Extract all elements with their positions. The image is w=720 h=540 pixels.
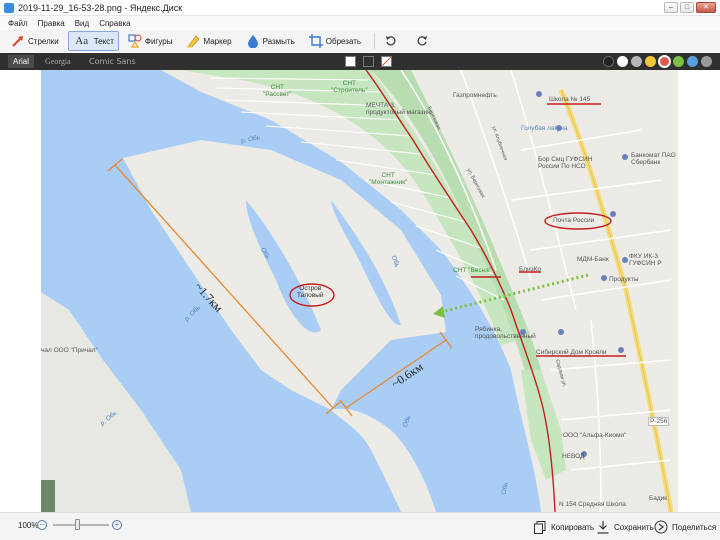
save-button[interactable]: Сохранить	[596, 518, 654, 536]
tool-blur[interactable]: Размыть	[241, 31, 300, 51]
copy-icon	[533, 520, 547, 534]
label-alfa: ООО "Альфа-Киоми"	[563, 432, 627, 439]
text-bg-dark[interactable]	[363, 56, 374, 67]
label-pochta: Почта России	[553, 217, 595, 224]
zoom-out-button[interactable]: −	[37, 520, 47, 530]
font-option-comic-sans[interactable]: Comic Sans	[84, 55, 141, 68]
label-prichal: чал ООО "Причал"	[41, 347, 98, 354]
label-snt-rassvet: СНТ "Рассвет"	[263, 84, 292, 98]
zoom-level-text: 100%	[18, 521, 39, 530]
title-bar: 2019-11-29_16-53-28.png - Яндекс.Диск – …	[0, 0, 720, 16]
color-red-selected[interactable]	[658, 55, 671, 68]
label-mdm: МДМ-Банк	[577, 256, 609, 263]
zoom-slider[interactable]	[53, 524, 109, 526]
map-drawing	[41, 70, 678, 512]
tool-arrows-label: Стрелки	[28, 36, 59, 46]
color-blue[interactable]	[687, 56, 698, 67]
label-blizko: БлизКо	[519, 266, 541, 273]
tool-shapes[interactable]: Фигуры	[123, 31, 178, 51]
close-button[interactable]: ✕	[696, 2, 716, 13]
font-option-arial[interactable]: Arial	[8, 55, 35, 68]
tool-marker[interactable]: Маркер	[181, 31, 236, 51]
font-option-georgia[interactable]: Georgia	[40, 55, 76, 68]
tool-shapes-label: Фигуры	[144, 36, 173, 46]
tool-marker-label: Маркер	[203, 36, 232, 46]
window-controls: – □ ✕	[664, 2, 716, 13]
window-title: 2019-11-29_16-53-28.png - Яндекс.Диск	[18, 2, 183, 13]
text-options-bar: Arial Georgia Comic Sans	[0, 53, 720, 70]
status-bar: 100% − + Копировать Сохранить Поделиться	[0, 512, 720, 540]
map-image[interactable]: СНТ "Рассвет" СНТ "Строитель" МЕЧТА-3, прод…	[41, 70, 678, 512]
crop-icon	[308, 34, 323, 48]
label-ryabinka: Рябинка, продовольственный	[475, 326, 536, 340]
marker-icon	[186, 34, 200, 48]
label-gazprom: Газпромнефть	[453, 92, 497, 99]
download-icon	[596, 520, 610, 534]
menu-file[interactable]: Файл	[8, 19, 28, 28]
text-bg-white[interactable]	[345, 56, 356, 67]
label-mechta: МЕЧТА-3, продуктовый магазин	[366, 102, 431, 116]
app-icon	[4, 2, 14, 13]
share-button-label: Поделиться	[672, 522, 717, 532]
shapes-icon	[128, 34, 142, 48]
label-road-p256: Р-256	[648, 417, 670, 426]
color-yellow[interactable]	[645, 56, 656, 67]
toolbar-divider	[374, 33, 376, 49]
label-ostrov-talovy: Остров Таловый	[297, 285, 324, 299]
share-button[interactable]: Поделиться	[654, 518, 716, 536]
undo-icon	[384, 34, 398, 48]
redo-button[interactable]	[410, 31, 437, 51]
menu-edit[interactable]: Правка	[38, 19, 65, 28]
label-snt-vesna: СНТ "Весна"	[453, 267, 492, 274]
label-fku: ФКУ ИК-3 ГУФСИН Р	[629, 253, 662, 267]
color-darkgray[interactable]	[701, 56, 712, 67]
maximize-button[interactable]: □	[680, 2, 694, 13]
text-bg-none[interactable]	[381, 56, 392, 67]
app-window: 2019-11-29_16-53-28.png - Яндекс.Диск – …	[0, 0, 720, 540]
zoom-slider-thumb[interactable]	[75, 519, 80, 530]
tool-blur-label: Размыть	[262, 36, 295, 46]
label-school-145: Школа № 145	[549, 96, 591, 103]
menu-view[interactable]: Вид	[75, 19, 89, 28]
color-black[interactable]	[603, 56, 614, 67]
label-snt-stroitel: СНТ "Строитель"	[331, 80, 368, 94]
label-nevod: НЕВОД	[562, 453, 585, 460]
label-boy: Бор Смц ГУФСИН России По НСО	[538, 156, 593, 170]
tool-arrows[interactable]: Стрелки	[6, 31, 64, 51]
menu-bar: Файл Правка Вид Справка	[0, 16, 720, 30]
redo-icon	[415, 34, 429, 48]
tool-text-label: Текст	[93, 36, 114, 46]
label-snt-montazhnik: СНТ "Монтажник"	[369, 172, 408, 186]
share-icon	[654, 520, 668, 534]
tool-text[interactable]: Aa Текст	[67, 31, 119, 51]
label-golubaya: Голубая лагуна	[521, 125, 568, 132]
label-sib-krovli: Сибирский Дом Кровли	[536, 349, 607, 356]
blur-icon	[246, 34, 260, 48]
color-gray[interactable]	[631, 56, 642, 67]
menu-help[interactable]: Справка	[99, 19, 130, 28]
text-icon: Aa	[75, 35, 89, 47]
toolbar: Стрелки Aa Текст Фигуры Маркер Размыть О…	[0, 30, 720, 52]
zoom-in-button[interactable]: +	[112, 520, 122, 530]
minimize-button[interactable]: –	[664, 2, 678, 13]
label-badik: Бадик	[649, 495, 668, 502]
tool-crop-label: Обрезать	[325, 36, 362, 46]
label-school-154: N 154 Средняя Школа	[559, 501, 626, 508]
copy-button-label: Копировать	[551, 522, 595, 532]
label-produkty: Продукты	[609, 276, 639, 283]
copy-button[interactable]: Копировать	[533, 518, 594, 536]
undo-button[interactable]	[379, 31, 406, 51]
label-sberbank: Банкомат ПАО Сбербанк	[631, 152, 676, 166]
color-green[interactable]	[673, 56, 684, 67]
color-white[interactable]	[617, 56, 628, 67]
save-button-label: Сохранить	[614, 522, 654, 532]
arrow-icon	[11, 34, 25, 48]
tool-crop[interactable]: Обрезать	[304, 31, 366, 51]
